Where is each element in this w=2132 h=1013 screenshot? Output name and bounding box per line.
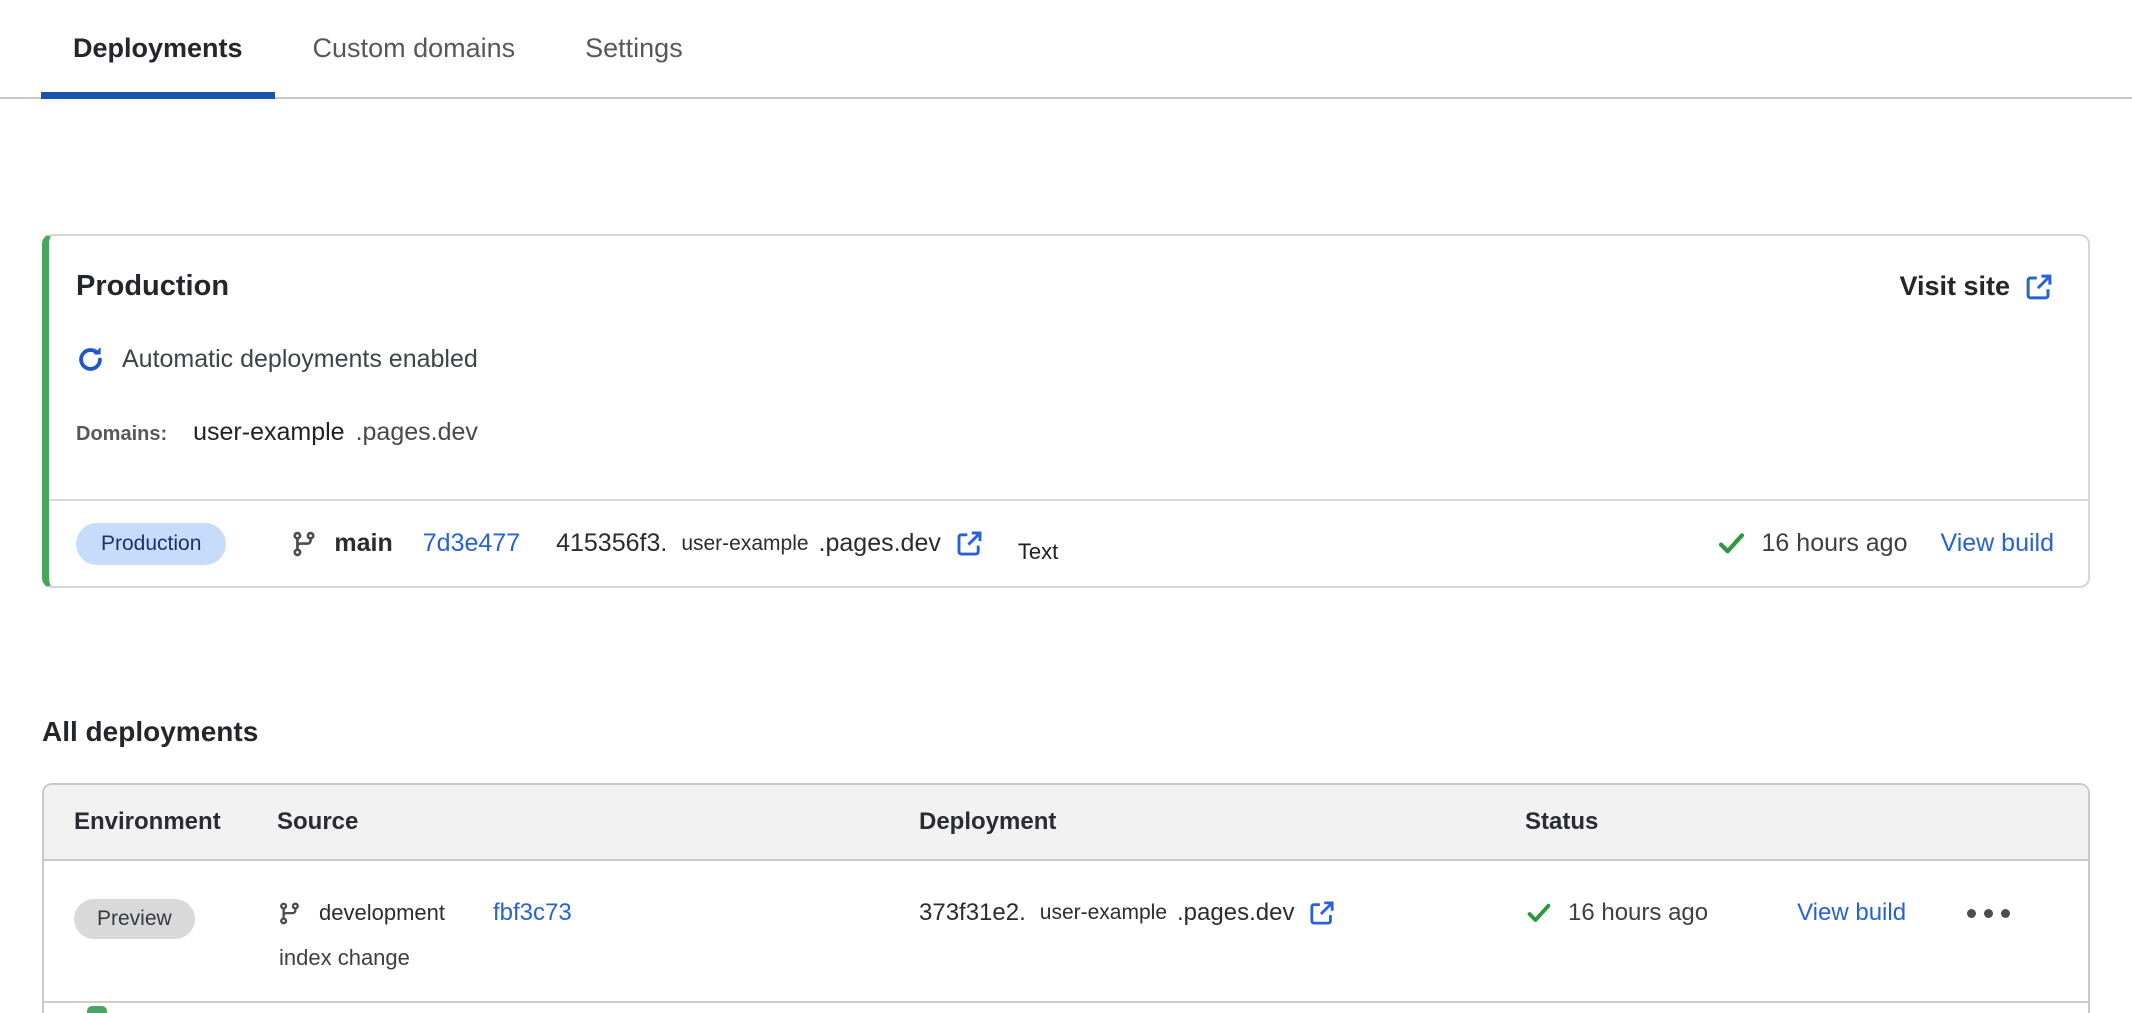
domain-name: user-example bbox=[193, 418, 344, 447]
tab-custom-domains[interactable]: Custom domains bbox=[281, 0, 548, 97]
view-build-link[interactable]: View build bbox=[1940, 529, 2054, 558]
table-header-row: Environment Source Deployment Status bbox=[44, 785, 2088, 861]
all-deployments-title: All deployments bbox=[42, 716, 258, 748]
table-row: Preview development fbf3c73 index change… bbox=[44, 861, 2088, 1003]
production-card: Production Visit site Automatic deployme… bbox=[42, 234, 2090, 588]
production-card-title: Production bbox=[76, 270, 229, 303]
tab-deployments[interactable]: Deployments bbox=[41, 0, 275, 97]
column-header-environment: Environment bbox=[74, 808, 277, 836]
tab-bar: Deployments Custom domains Settings bbox=[0, 0, 2132, 99]
commit-message: index change bbox=[279, 945, 919, 971]
visit-site-label: Visit site bbox=[1899, 271, 2010, 302]
external-link-icon bbox=[2024, 272, 2054, 302]
column-header-deployment: Deployment bbox=[919, 808, 1525, 836]
visit-site-link[interactable]: Visit site bbox=[1899, 271, 2054, 302]
deployment-domain: user-example bbox=[1040, 901, 1167, 925]
deployment-domain-suffix: .pages.dev bbox=[819, 529, 941, 558]
more-options-icon[interactable] bbox=[1967, 909, 2010, 918]
deployments-table: Environment Source Deployment Status Pre… bbox=[42, 783, 2090, 1013]
branch-name: development bbox=[319, 900, 445, 926]
deployment-domain-suffix: .pages.dev bbox=[1177, 899, 1294, 927]
git-branch-icon bbox=[290, 530, 318, 558]
auto-deployments-text: Automatic deployments enabled bbox=[122, 345, 478, 374]
view-build-link[interactable]: View build bbox=[1797, 899, 1906, 927]
deployment-domain: user-example bbox=[681, 532, 808, 556]
external-link-icon[interactable] bbox=[955, 529, 984, 558]
domains-line: Domains: user-example .pages.dev bbox=[76, 418, 2088, 447]
check-icon bbox=[1716, 528, 1747, 559]
column-header-status: Status bbox=[1525, 808, 2088, 836]
column-header-source: Source bbox=[277, 808, 919, 836]
production-deployment-row: Production main 7d3e477 415356f3. user-e… bbox=[49, 499, 2088, 586]
tab-settings[interactable]: Settings bbox=[553, 0, 715, 97]
environment-badge-production: Production bbox=[76, 523, 226, 565]
commit-hash-link[interactable]: 7d3e477 bbox=[423, 529, 520, 558]
deployment-id: 415356f3. bbox=[556, 529, 667, 558]
deployment-id: 373f31e2. bbox=[919, 899, 1026, 927]
external-link-icon[interactable] bbox=[1308, 899, 1336, 927]
deployment-time: 16 hours ago bbox=[1762, 529, 1908, 558]
domain-suffix: .pages.dev bbox=[356, 418, 478, 447]
deployment-note: Text bbox=[1018, 539, 1058, 565]
git-branch-icon bbox=[277, 901, 302, 926]
domains-label: Domains: bbox=[76, 423, 167, 446]
branch-name: main bbox=[334, 529, 392, 558]
deployment-time: 16 hours ago bbox=[1568, 899, 1708, 927]
commit-hash-link[interactable]: fbf3c73 bbox=[493, 899, 572, 927]
environment-badge-preview: Preview bbox=[74, 899, 195, 939]
check-icon bbox=[1525, 899, 1553, 927]
refresh-icon bbox=[76, 345, 105, 374]
